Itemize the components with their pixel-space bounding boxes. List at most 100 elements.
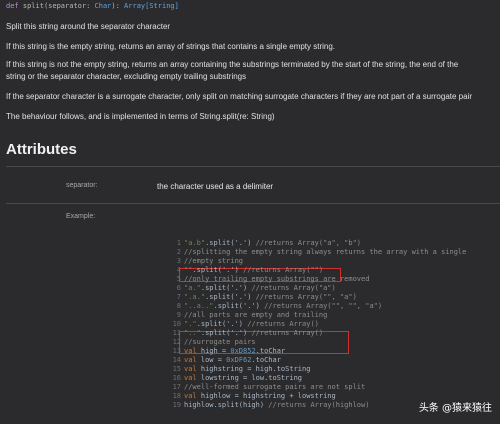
code-text: val highstring = high.toString	[184, 365, 310, 373]
attr-separator-value: the character used as a delimiter	[157, 182, 274, 191]
code-line: 3//empty string	[170, 257, 243, 266]
description-empty-case: If this string is the empty string, retu…	[6, 42, 336, 51]
code-token: //surrogate pairs	[184, 338, 256, 346]
code-line: 18 val highlow = highstring + lowstring	[170, 392, 336, 401]
code-token: .split('.')	[192, 266, 244, 274]
description-nonempty-case: If this string is not the empty string, …	[6, 60, 459, 69]
code-token: highlow = highstring + lowstring	[200, 392, 336, 400]
code-token: //empty string	[184, 257, 244, 265]
code-token: .split('.')	[205, 293, 256, 301]
code-text: val lowstring = low.toString	[184, 374, 302, 382]
code-token: val	[184, 392, 201, 400]
code-token: //returns Array("a", "b")	[255, 239, 362, 247]
line-number: 3	[176, 257, 181, 265]
line-number: 14	[172, 356, 181, 364]
code-token: val	[184, 347, 201, 355]
code-token: split('.')	[209, 239, 256, 247]
attr-separator-label: separator:	[66, 182, 98, 189]
code-line: 12//surrogate pairs	[170, 338, 256, 347]
signature-keyword: def	[6, 2, 19, 10]
code-token: //returns Array("a")	[251, 284, 336, 292]
code-text: highlow.split(high) //returns Array(high…	[184, 401, 369, 409]
code-line: 7 ".a.".split('.') //returns Array("", "a…	[170, 293, 357, 302]
code-token: 0xDF62	[226, 356, 252, 364]
attributes-divider	[6, 166, 500, 167]
code-token: ".a."	[184, 293, 206, 301]
attribute-row-divider	[6, 203, 500, 204]
code-token: //returns Array()	[251, 329, 324, 337]
method-signature: def split(separator: Char): Array[String…	[6, 2, 179, 10]
signature-return-type[interactable]: Array[String]	[124, 2, 179, 10]
code-token: .split('.')	[200, 284, 252, 292]
attr-example-label: Example:	[66, 213, 96, 220]
code-token: //splitting the empty string always retu…	[184, 248, 467, 256]
code-line: 9//all parts are empty and trailing	[170, 311, 328, 320]
code-text: "".split('.') //returns Array("")	[184, 266, 323, 274]
code-token: val	[184, 356, 201, 364]
code-text: val high = 0xD852.toChar	[184, 347, 285, 355]
code-token: //returns Array("", "a")	[255, 293, 357, 301]
code-text: val highlow = highstring + lowstring	[184, 392, 336, 400]
code-line: 1 "a.b".split('.') //returns Array("a", "…	[170, 239, 361, 248]
code-line: 4 "".split('.') //returns Array("")	[170, 266, 323, 275]
code-line: 17//well-formed surrogate pairs are not …	[170, 383, 366, 392]
code-line: 2//splitting the empty string always ret…	[170, 248, 467, 257]
code-line: 6 "a.".split('.') //returns Array("a")	[170, 284, 336, 293]
code-token: highstring = high.toString	[200, 365, 311, 373]
code-token: ".."	[184, 329, 201, 337]
code-text: val low = 0xDF62.toChar	[184, 356, 281, 364]
line-number: 1	[176, 239, 181, 247]
code-token: highlow.split(high)	[184, 401, 269, 409]
code-token: //returns Array(highlow)	[268, 401, 370, 409]
attributes-heading: Attributes	[6, 141, 77, 158]
line-number: 9	[176, 311, 181, 319]
code-token: low =	[200, 356, 227, 364]
code-line: 11 "..".split('.') //returns Array()	[170, 329, 324, 338]
description-behaviour: The behaviour follows, and is implemente…	[6, 112, 275, 121]
code-text: "..".split('.') //returns Array()	[184, 329, 323, 337]
code-line: 13 val high = 0xD852.toChar	[170, 347, 286, 356]
code-token: 0xD852	[230, 347, 256, 355]
description-surrogate: If the separator character is a surrogat…	[6, 92, 473, 101]
code-line: 19 highlow.split(high) //returns Array(hi…	[170, 401, 370, 410]
code-token: .split('.')	[196, 320, 248, 328]
code-token: .split('.')	[213, 302, 265, 310]
line-number: 4	[176, 266, 181, 274]
code-token: val	[184, 374, 201, 382]
line-number: 15	[172, 365, 181, 373]
description-nonempty-case-cont: string or the separator character, exclu…	[6, 72, 247, 81]
code-token: //well-formed surrogate pairs are not sp…	[184, 383, 366, 391]
line-number: 2	[176, 248, 181, 256]
code-token: lowstring = low.toString	[200, 374, 303, 382]
code-text: "..a..".split('.') //returns Array("", "…	[184, 302, 382, 310]
code-text: //splitting the empty string always retu…	[184, 248, 466, 256]
signature-param-type[interactable]: Char	[95, 2, 112, 10]
code-token: //returns Array()	[247, 320, 319, 328]
code-token: //returns Array("", "", "a")	[264, 302, 383, 310]
code-token: //returns Array("")	[243, 266, 324, 274]
code-line: 16 val lowstring = low.toString	[170, 374, 302, 383]
code-token: .toChar	[251, 356, 281, 364]
signature-separator: ):	[111, 2, 120, 10]
code-text: //surrogate pairs	[184, 338, 256, 346]
watermark: 头条 @猿来猿往	[418, 403, 492, 414]
line-number: 12	[172, 338, 181, 346]
code-text: //only trailing empty substrings are rem…	[184, 275, 369, 283]
code-token: //only trailing empty substrings are rem…	[184, 275, 370, 283]
code-token: .toChar	[255, 347, 286, 355]
line-number: 17	[172, 383, 181, 391]
code-token: high =	[200, 347, 231, 355]
code-token: "a."	[184, 284, 201, 292]
code-token: val	[184, 365, 201, 373]
code-example-block: 1 "a.b".split('.') //returns Array("a", "…	[170, 239, 500, 424]
code-line: 15 val highstring = high.toString	[170, 365, 311, 374]
code-text: //empty string	[184, 257, 243, 265]
code-line: 5//only trailing empty substrings are re…	[170, 275, 370, 284]
code-token: "..a.."	[184, 302, 214, 310]
line-number: 11	[172, 329, 181, 337]
line-number: 19	[172, 401, 181, 409]
code-line: 8 "..a..".split('.') //returns Array("", …	[170, 302, 382, 311]
code-token: "."	[184, 320, 197, 328]
code-text: ".a.".split('.') //returns Array("", "a"…	[184, 293, 357, 301]
code-line: 10 ".".split('.') //returns Array()	[170, 320, 319, 329]
